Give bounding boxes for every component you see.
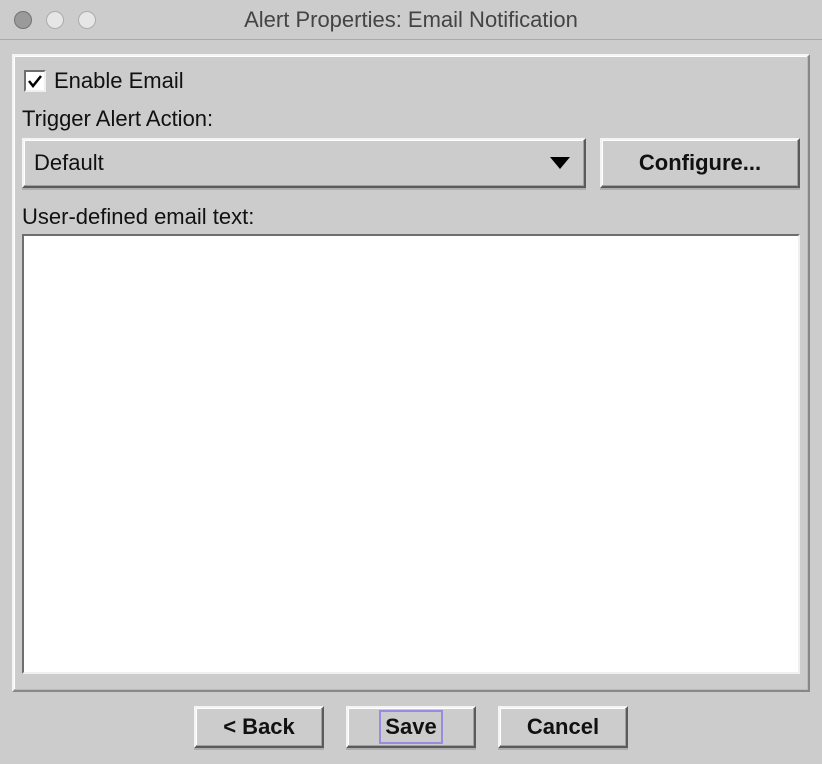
window-controls (14, 11, 96, 29)
maximize-window-button[interactable] (78, 11, 96, 29)
close-window-button[interactable] (14, 11, 32, 29)
save-button[interactable]: Save (346, 706, 476, 748)
window: Alert Properties: Email Notification Ena… (0, 0, 822, 764)
enable-email-checkbox[interactable] (24, 70, 46, 92)
chevron-down-icon (550, 157, 570, 169)
user-email-text-input[interactable] (22, 234, 800, 674)
user-text-label: User-defined email text: (22, 200, 800, 234)
window-title: Alert Properties: Email Notification (0, 7, 822, 33)
configure-button[interactable]: Configure... (600, 138, 800, 188)
enable-email-label: Enable Email (54, 68, 184, 94)
user-text-group: User-defined email text: (22, 200, 800, 674)
trigger-action-value: Default (34, 150, 104, 176)
dialog-footer: < Back Save Cancel (12, 692, 810, 752)
cancel-button[interactable]: Cancel (498, 706, 628, 748)
back-button-label: < Back (223, 714, 295, 740)
trigger-action-label: Trigger Alert Action: (22, 102, 800, 136)
minimize-window-button[interactable] (46, 11, 64, 29)
configure-button-label: Configure... (639, 150, 761, 176)
trigger-action-row: Default Configure... (22, 138, 800, 188)
content-area: Enable Email Trigger Alert Action: Defau… (0, 40, 822, 764)
main-panel: Enable Email Trigger Alert Action: Defau… (12, 54, 810, 692)
enable-email-row: Enable Email (22, 66, 800, 102)
back-button[interactable]: < Back (194, 706, 324, 748)
checkmark-icon (27, 73, 43, 89)
titlebar: Alert Properties: Email Notification (0, 0, 822, 40)
save-button-label: Save (379, 710, 442, 744)
cancel-button-label: Cancel (527, 714, 599, 740)
trigger-action-select[interactable]: Default (22, 138, 586, 188)
